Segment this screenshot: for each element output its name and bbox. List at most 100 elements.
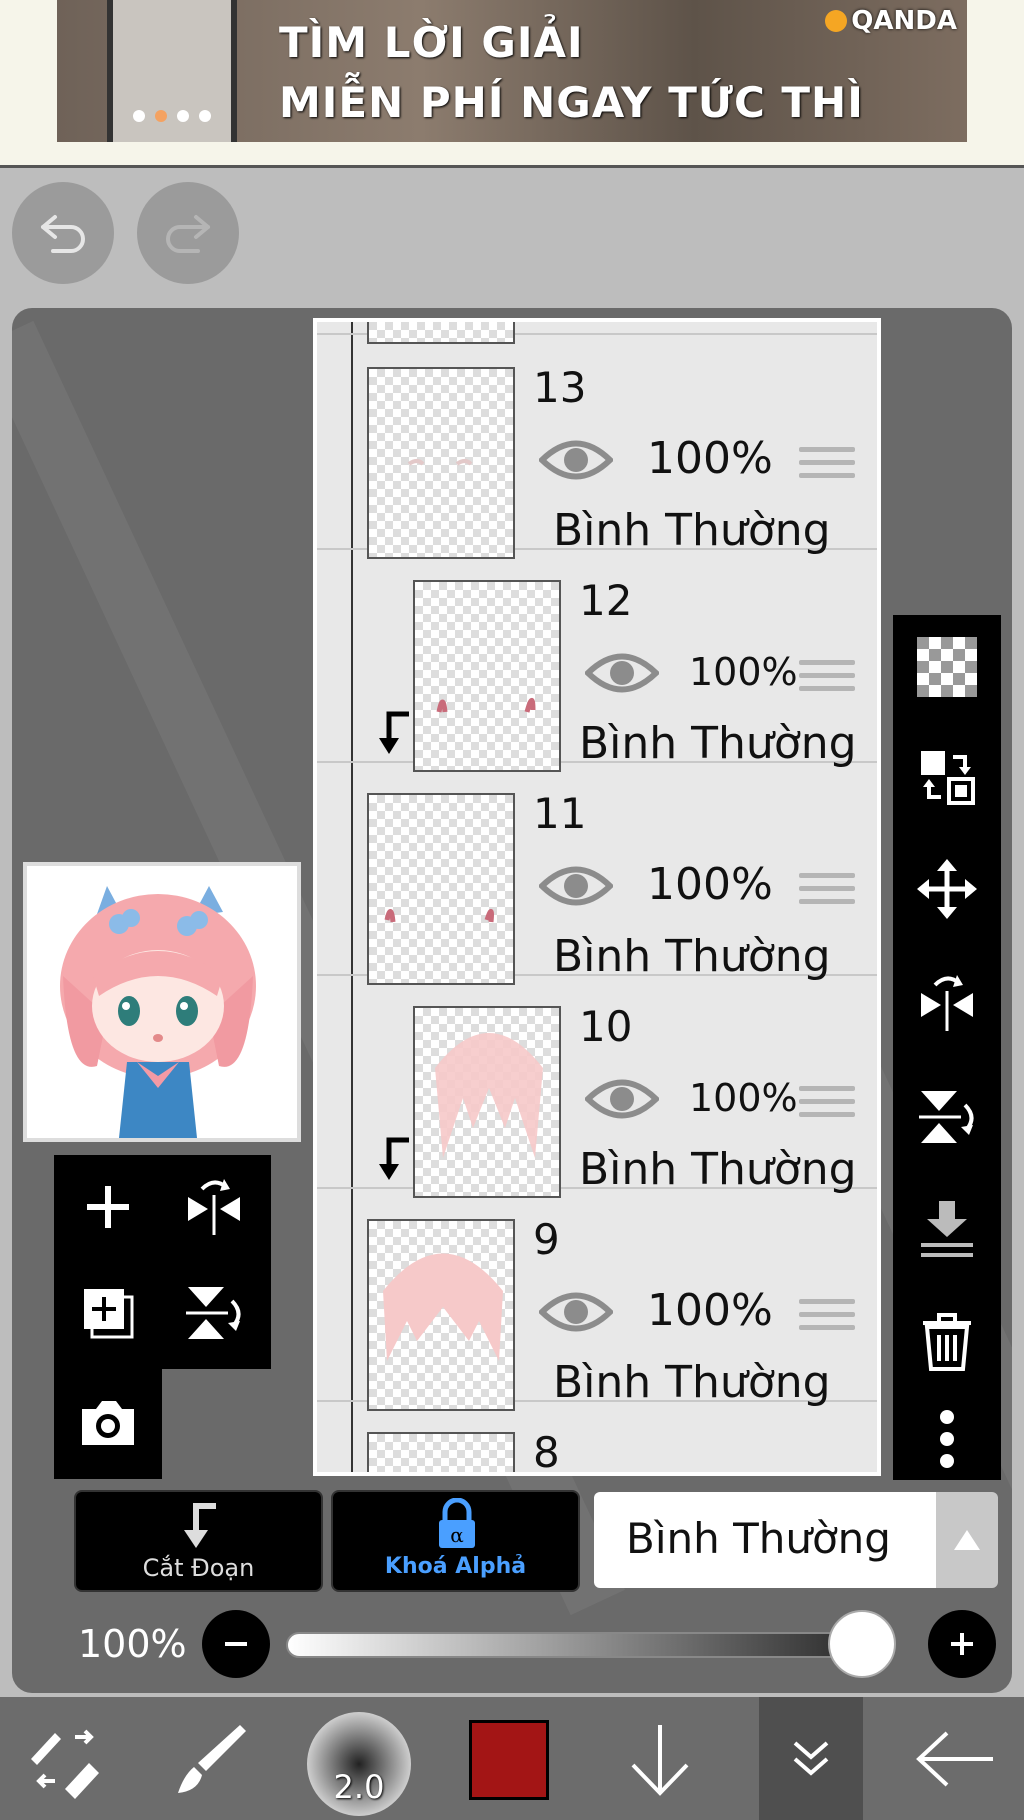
layer-tools-toolbar	[893, 615, 1001, 1480]
blend-mode-dropdown-button[interactable]	[936, 1492, 998, 1588]
layer-list[interactable]: 13 100% Bình Thường 12 100% Bình Thường …	[313, 318, 881, 1476]
arrow-down-icon	[631, 1724, 689, 1796]
character-artwork	[60, 886, 256, 1138]
undo-button[interactable]	[12, 182, 114, 284]
move-down-button[interactable]	[615, 1697, 705, 1820]
layer-opacity: 100%	[689, 650, 798, 694]
duplicate-layer-icon[interactable]	[78, 1283, 138, 1343]
clip-label: Cắt Đoạn	[142, 1554, 255, 1582]
eye-icon[interactable]	[539, 1287, 613, 1337]
brush-size-button[interactable]: 2.0	[307, 1712, 411, 1816]
transparent-checker-icon[interactable]	[917, 637, 977, 697]
back-button[interactable]	[900, 1697, 1010, 1820]
ad-phone-image	[107, 0, 237, 142]
blend-mode-select[interactable]: Bình Thường	[594, 1492, 936, 1588]
drag-handle-icon[interactable]	[799, 447, 855, 483]
layers-panel-toggle[interactable]	[759, 1697, 863, 1820]
tool-switch-button[interactable]	[20, 1697, 110, 1820]
plus-icon	[951, 1633, 973, 1655]
lock-icon: α	[439, 1498, 475, 1548]
add-layer-icon[interactable]	[78, 1177, 138, 1237]
eye-icon[interactable]	[539, 435, 613, 485]
brush-icon	[178, 1724, 246, 1793]
opacity-value-label: 100%	[78, 1622, 187, 1666]
layer-thumbnail	[367, 1219, 515, 1411]
layer-row-10[interactable]: 10 100% Bình Thường	[317, 976, 877, 1198]
layer-number: 8	[533, 1428, 560, 1476]
eye-icon[interactable]	[585, 648, 659, 698]
ad-banner[interactable]: TÌM LỜI GIẢI MIỄN PHÍ NGAY TỨC THÌ QANDA	[57, 0, 967, 142]
layer-blend-mode: Bình Thường	[553, 1357, 831, 1408]
svg-text:α: α	[450, 1523, 464, 1547]
flip-vertical-icon[interactable]	[917, 1087, 977, 1147]
app-root: TÌM LỜI GIẢI MIỄN PHÍ NGAY TỨC THÌ QANDA	[0, 0, 1024, 1820]
layer-blend-mode: Bình Thường	[553, 931, 831, 982]
clip-arrow-icon	[379, 711, 409, 754]
layer-row-9[interactable]: 9 100% Bình Thường	[317, 1189, 877, 1411]
merge-down-icon[interactable]	[917, 1199, 977, 1259]
drag-handle-icon[interactable]	[799, 660, 855, 696]
triangle-up-icon	[954, 1530, 980, 1550]
ad-brand-logo: QANDA	[825, 6, 957, 36]
layer-number: 9	[533, 1215, 560, 1264]
brush-eraser-switch-icon	[31, 1729, 99, 1799]
layer-opacity: 100%	[647, 1285, 773, 1336]
left-toolbar	[54, 1155, 271, 1369]
color-swatch[interactable]	[469, 1720, 549, 1800]
clip-button[interactable]: Cắt Đoạn	[74, 1490, 323, 1592]
layer-number: 10	[579, 1002, 633, 1051]
double-chevron-down-icon	[793, 1741, 829, 1776]
layer-row-8[interactable]: 8	[317, 1402, 877, 1476]
layer-blend-mode: Bình Thường	[579, 718, 857, 769]
minus-icon	[225, 1642, 247, 1646]
undo-icon	[41, 215, 85, 253]
eye-icon[interactable]	[585, 1074, 659, 1124]
delete-layer-icon[interactable]	[917, 1311, 977, 1371]
alpha-lock-button[interactable]: α Khoá Alphả	[331, 1490, 580, 1592]
layer-thumbnail	[413, 1006, 561, 1198]
blend-mode-value: Bình Thường	[626, 1514, 891, 1563]
layer-number: 11	[533, 789, 587, 838]
flip-canvas-vertical-icon[interactable]	[184, 1283, 244, 1343]
left-toolbar-camera	[54, 1369, 162, 1479]
opacity-increase-button[interactable]	[928, 1610, 996, 1678]
drag-handle-icon[interactable]	[799, 1086, 855, 1122]
move-icon[interactable]	[917, 859, 977, 919]
arrow-left-icon	[916, 1731, 993, 1786]
ad-area: TÌM LỜI GIẢI MIỄN PHÍ NGAY TỨC THÌ QANDA	[0, 0, 1024, 168]
more-options-icon[interactable]	[917, 1409, 977, 1469]
opacity-decrease-button[interactable]	[202, 1610, 270, 1678]
alpha-lock-label: Khoá Alphả	[384, 1554, 527, 1579]
layer-blend-mode: Bình Thường	[553, 505, 831, 556]
redo-icon	[166, 215, 210, 253]
flip-canvas-horizontal-icon[interactable]	[184, 1177, 244, 1237]
layer-thumbnail	[413, 580, 561, 772]
layer-blend-mode: Bình Thường	[579, 1144, 857, 1195]
layer-thumbnail	[367, 1432, 515, 1472]
layer-row-11[interactable]: 11 100% Bình Thường	[317, 763, 877, 985]
brand-dot-icon	[825, 10, 848, 32]
layer-row-13[interactable]: 13 100% Bình Thường	[317, 337, 877, 559]
layer-thumbnail	[367, 367, 515, 559]
swap-layers-icon[interactable]	[917, 747, 977, 807]
redo-button[interactable]	[137, 182, 239, 284]
brush-tool-button[interactable]	[165, 1697, 255, 1820]
opacity-slider-track[interactable]	[286, 1632, 886, 1658]
layer-row[interactable]	[317, 322, 877, 344]
layer-opacity: 100%	[647, 859, 773, 910]
layer-opacity: 100%	[689, 1076, 798, 1120]
layer-thumbnail	[367, 793, 515, 985]
drag-handle-icon[interactable]	[799, 873, 855, 909]
drag-handle-icon[interactable]	[799, 1299, 855, 1335]
eye-icon[interactable]	[539, 861, 613, 911]
camera-icon[interactable]	[78, 1393, 138, 1453]
flip-horizontal-icon[interactable]	[917, 973, 977, 1033]
clip-arrow-icon	[379, 1137, 409, 1180]
ad-brand-name: QANDA	[851, 6, 957, 36]
canvas-preview[interactable]	[23, 862, 301, 1142]
clip-arrow-icon	[184, 1503, 216, 1548]
layer-number: 12	[579, 576, 633, 625]
layer-opacity: 100%	[647, 433, 773, 484]
layer-row-12[interactable]: 12 100% Bình Thường	[317, 550, 877, 772]
opacity-slider-thumb[interactable]	[828, 1610, 896, 1678]
